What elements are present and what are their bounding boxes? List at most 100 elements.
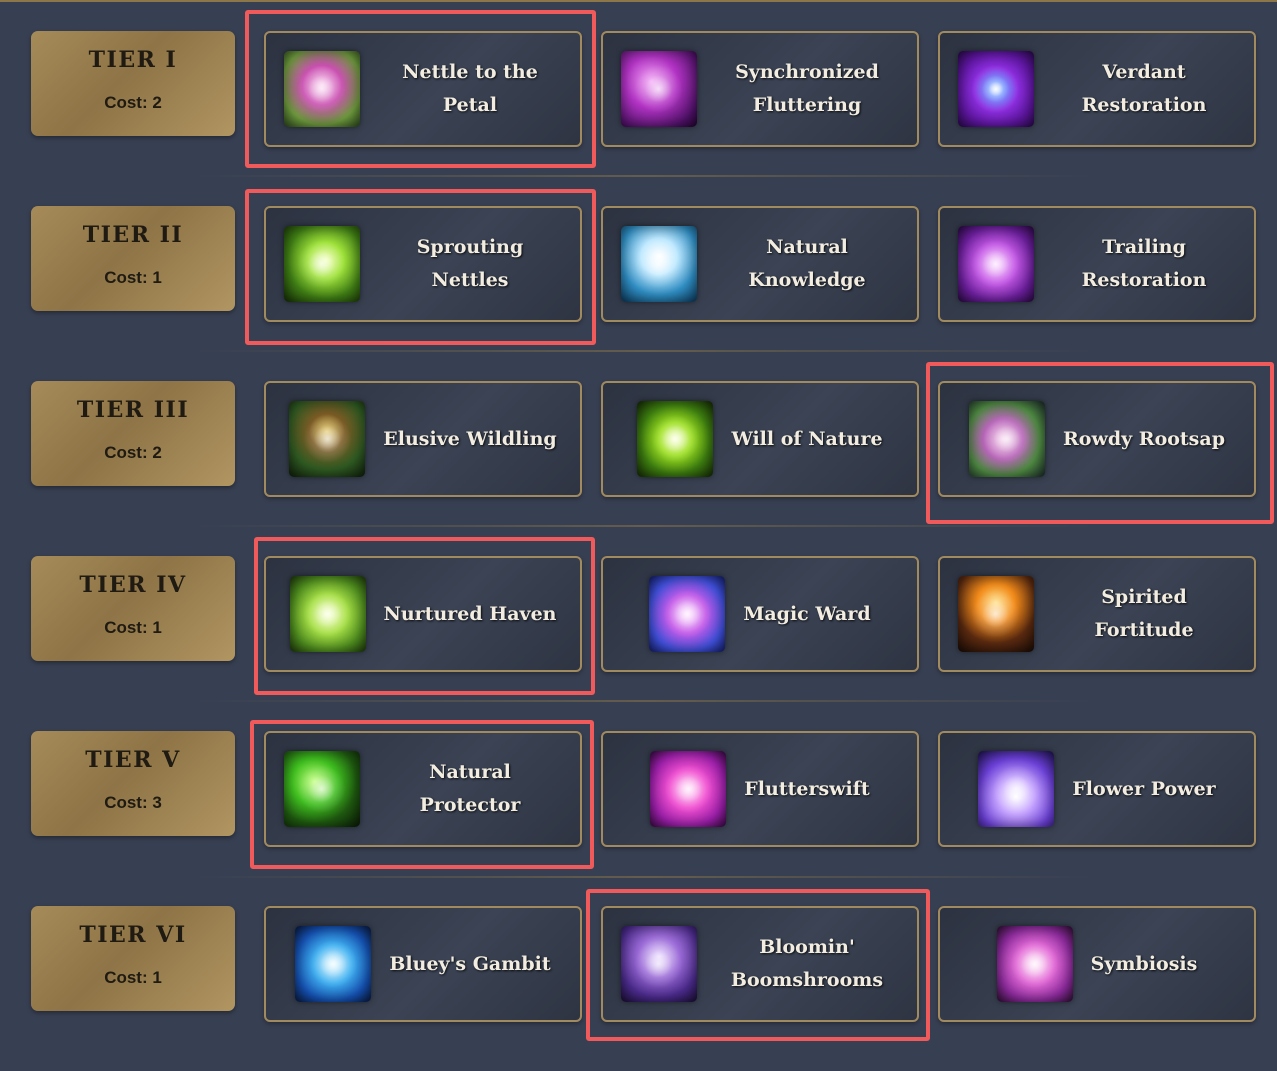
tier-cost: Cost: 2 bbox=[104, 443, 162, 462]
talent-label: Bluey's Gambit bbox=[389, 952, 551, 975]
talent-card[interactable]: Magic Ward bbox=[601, 556, 919, 672]
tier-row: TIER IV Cost: 1 Nurtured Haven Magic Ward Sp… bbox=[0, 525, 1277, 700]
talent-card-content: Nurtured Haven bbox=[266, 558, 580, 670]
talent-card[interactable]: Trailing Restoration bbox=[938, 206, 1256, 322]
green-thorn-bolt-icon bbox=[283, 226, 360, 302]
tier-divider bbox=[195, 876, 1095, 878]
talent-card[interactable]: Bluey's Gambit bbox=[264, 906, 582, 1022]
talent-label: Nettle to the Petal bbox=[402, 61, 538, 116]
talent-card-content: Verdant Restoration bbox=[940, 33, 1254, 145]
burning-figure-icon bbox=[957, 576, 1034, 652]
pink-flower-bud-icon bbox=[283, 51, 360, 127]
tier-name: TIER IV bbox=[79, 572, 187, 598]
pink-spiral-icon bbox=[650, 751, 727, 827]
talent-label: Sprouting Nettles bbox=[416, 236, 524, 291]
purple-mushroom-icon bbox=[620, 926, 697, 1002]
tier-row: TIER III Cost: 2 Elusive Wildling Will of N… bbox=[0, 350, 1277, 525]
talent-card-content: Bloomin' Boomshrooms bbox=[603, 908, 917, 1020]
tier-cost: Cost: 1 bbox=[104, 268, 162, 287]
talent-card-content: Elusive Wildling bbox=[266, 383, 580, 495]
tier-divider bbox=[195, 175, 1095, 177]
talent-label: Spirited Fortitude bbox=[1094, 586, 1194, 641]
tier-name: TIER III bbox=[76, 397, 190, 423]
talent-card-content: Bluey's Gambit bbox=[266, 908, 580, 1020]
talent-label: Flower Power bbox=[1072, 777, 1216, 800]
tier-row: TIER I Cost: 2 Nettle to the Petal Synchron… bbox=[0, 0, 1277, 175]
talent-card-content: Will of Nature bbox=[603, 383, 917, 495]
magic-scroll-icon bbox=[649, 576, 726, 652]
tier-cost: Cost: 2 bbox=[104, 93, 162, 112]
talent-card-content: Rowdy Rootsap bbox=[940, 383, 1254, 495]
thorny-vine-icon bbox=[969, 401, 1046, 477]
tier-badge: TIER II Cost: 1 bbox=[31, 206, 235, 311]
tier-row: TIER II Cost: 1 Sprouting Nettles Natural K… bbox=[0, 175, 1277, 350]
talent-card-content: Sprouting Nettles bbox=[266, 208, 580, 320]
talent-label: Symbiosis bbox=[1090, 952, 1198, 975]
talent-card[interactable]: Sprouting Nettles bbox=[264, 206, 582, 322]
talent-card[interactable]: Will of Nature bbox=[601, 381, 919, 497]
talent-card-content: Synchronized Fluttering bbox=[603, 33, 917, 145]
talent-card-content: Flower Power bbox=[940, 733, 1254, 845]
magenta-swirl-icon bbox=[996, 926, 1073, 1002]
talent-label: Rowdy Rootsap bbox=[1063, 427, 1225, 450]
talent-label: Verdant Restoration bbox=[1081, 61, 1207, 116]
glowing-flower-icon bbox=[978, 751, 1055, 827]
tier-divider bbox=[195, 350, 1095, 352]
talent-label: Will of Nature bbox=[731, 427, 883, 450]
purple-butterfly-wing-icon bbox=[620, 51, 697, 127]
talent-card[interactable]: Natural Knowledge bbox=[601, 206, 919, 322]
tier-badge: TIER VI Cost: 1 bbox=[31, 906, 235, 1011]
talent-label: Synchronized Fluttering bbox=[735, 61, 879, 116]
tier-badge: TIER I Cost: 2 bbox=[31, 31, 235, 136]
talent-card[interactable]: Nettle to the Petal bbox=[264, 31, 582, 147]
tier-name: TIER II bbox=[82, 222, 184, 248]
tier-row: TIER V Cost: 3 Natural Protector Flutterswi… bbox=[0, 700, 1277, 875]
talent-card-content: Magic Ward bbox=[603, 558, 917, 670]
talent-card-content: Natural Protector bbox=[266, 733, 580, 845]
green-light-streaks-icon bbox=[289, 576, 366, 652]
talent-card-content: Symbiosis bbox=[940, 908, 1254, 1020]
talent-card[interactable]: Symbiosis bbox=[938, 906, 1256, 1022]
tier-badge: TIER IV Cost: 1 bbox=[31, 556, 235, 661]
talent-label: Natural Protector bbox=[419, 761, 521, 816]
talent-label: Nurtured Haven bbox=[383, 602, 557, 625]
tier-name: TIER V bbox=[85, 747, 181, 773]
talent-label: Natural Knowledge bbox=[748, 236, 866, 291]
tier-badge: TIER V Cost: 3 bbox=[31, 731, 235, 836]
blue-purple-vortex-icon bbox=[957, 51, 1034, 127]
talent-card[interactable]: Synchronized Fluttering bbox=[601, 31, 919, 147]
talent-card-content: Flutterswift bbox=[603, 733, 917, 845]
talent-label: Bloomin' Boomshrooms bbox=[730, 936, 884, 991]
tier-divider bbox=[195, 700, 1095, 702]
eyes-in-grass-icon bbox=[289, 401, 366, 477]
talent-card-content: Trailing Restoration bbox=[940, 208, 1254, 320]
talent-card[interactable]: Spirited Fortitude bbox=[938, 556, 1256, 672]
talent-card[interactable]: Rowdy Rootsap bbox=[938, 381, 1256, 497]
tier-divider bbox=[195, 525, 1095, 527]
tier-name: TIER I bbox=[88, 47, 178, 73]
blue-butterflies-icon bbox=[295, 926, 372, 1002]
green-swirl-icon bbox=[637, 401, 714, 477]
tier-badge: TIER III Cost: 2 bbox=[31, 381, 235, 486]
talent-card[interactable]: Nurtured Haven bbox=[264, 556, 582, 672]
tier-cost: Cost: 3 bbox=[104, 793, 162, 812]
talent-card[interactable]: Verdant Restoration bbox=[938, 31, 1256, 147]
green-leaping-guardian-icon bbox=[283, 751, 360, 827]
white-tree-roots-icon bbox=[620, 226, 697, 302]
talent-card[interactable]: Natural Protector bbox=[264, 731, 582, 847]
talent-card-content: Natural Knowledge bbox=[603, 208, 917, 320]
tier-name: TIER VI bbox=[79, 922, 187, 948]
talent-card-content: Nettle to the Petal bbox=[266, 33, 580, 145]
purple-glowing-hands-icon bbox=[957, 226, 1034, 302]
talent-card[interactable]: Flutterswift bbox=[601, 731, 919, 847]
tier-row: TIER VI Cost: 1 Bluey's Gambit Bloomin' Boo… bbox=[0, 875, 1277, 1050]
talent-label: Trailing Restoration bbox=[1081, 236, 1207, 291]
talent-card[interactable]: Bloomin' Boomshrooms bbox=[601, 906, 919, 1022]
tier-cost: Cost: 1 bbox=[104, 618, 162, 637]
talent-label: Flutterswift bbox=[744, 777, 870, 800]
talent-label: Elusive Wildling bbox=[383, 427, 557, 450]
talent-card[interactable]: Elusive Wildling bbox=[264, 381, 582, 497]
talent-card[interactable]: Flower Power bbox=[938, 731, 1256, 847]
tier-cost: Cost: 1 bbox=[104, 968, 162, 987]
talent-card-content: Spirited Fortitude bbox=[940, 558, 1254, 670]
